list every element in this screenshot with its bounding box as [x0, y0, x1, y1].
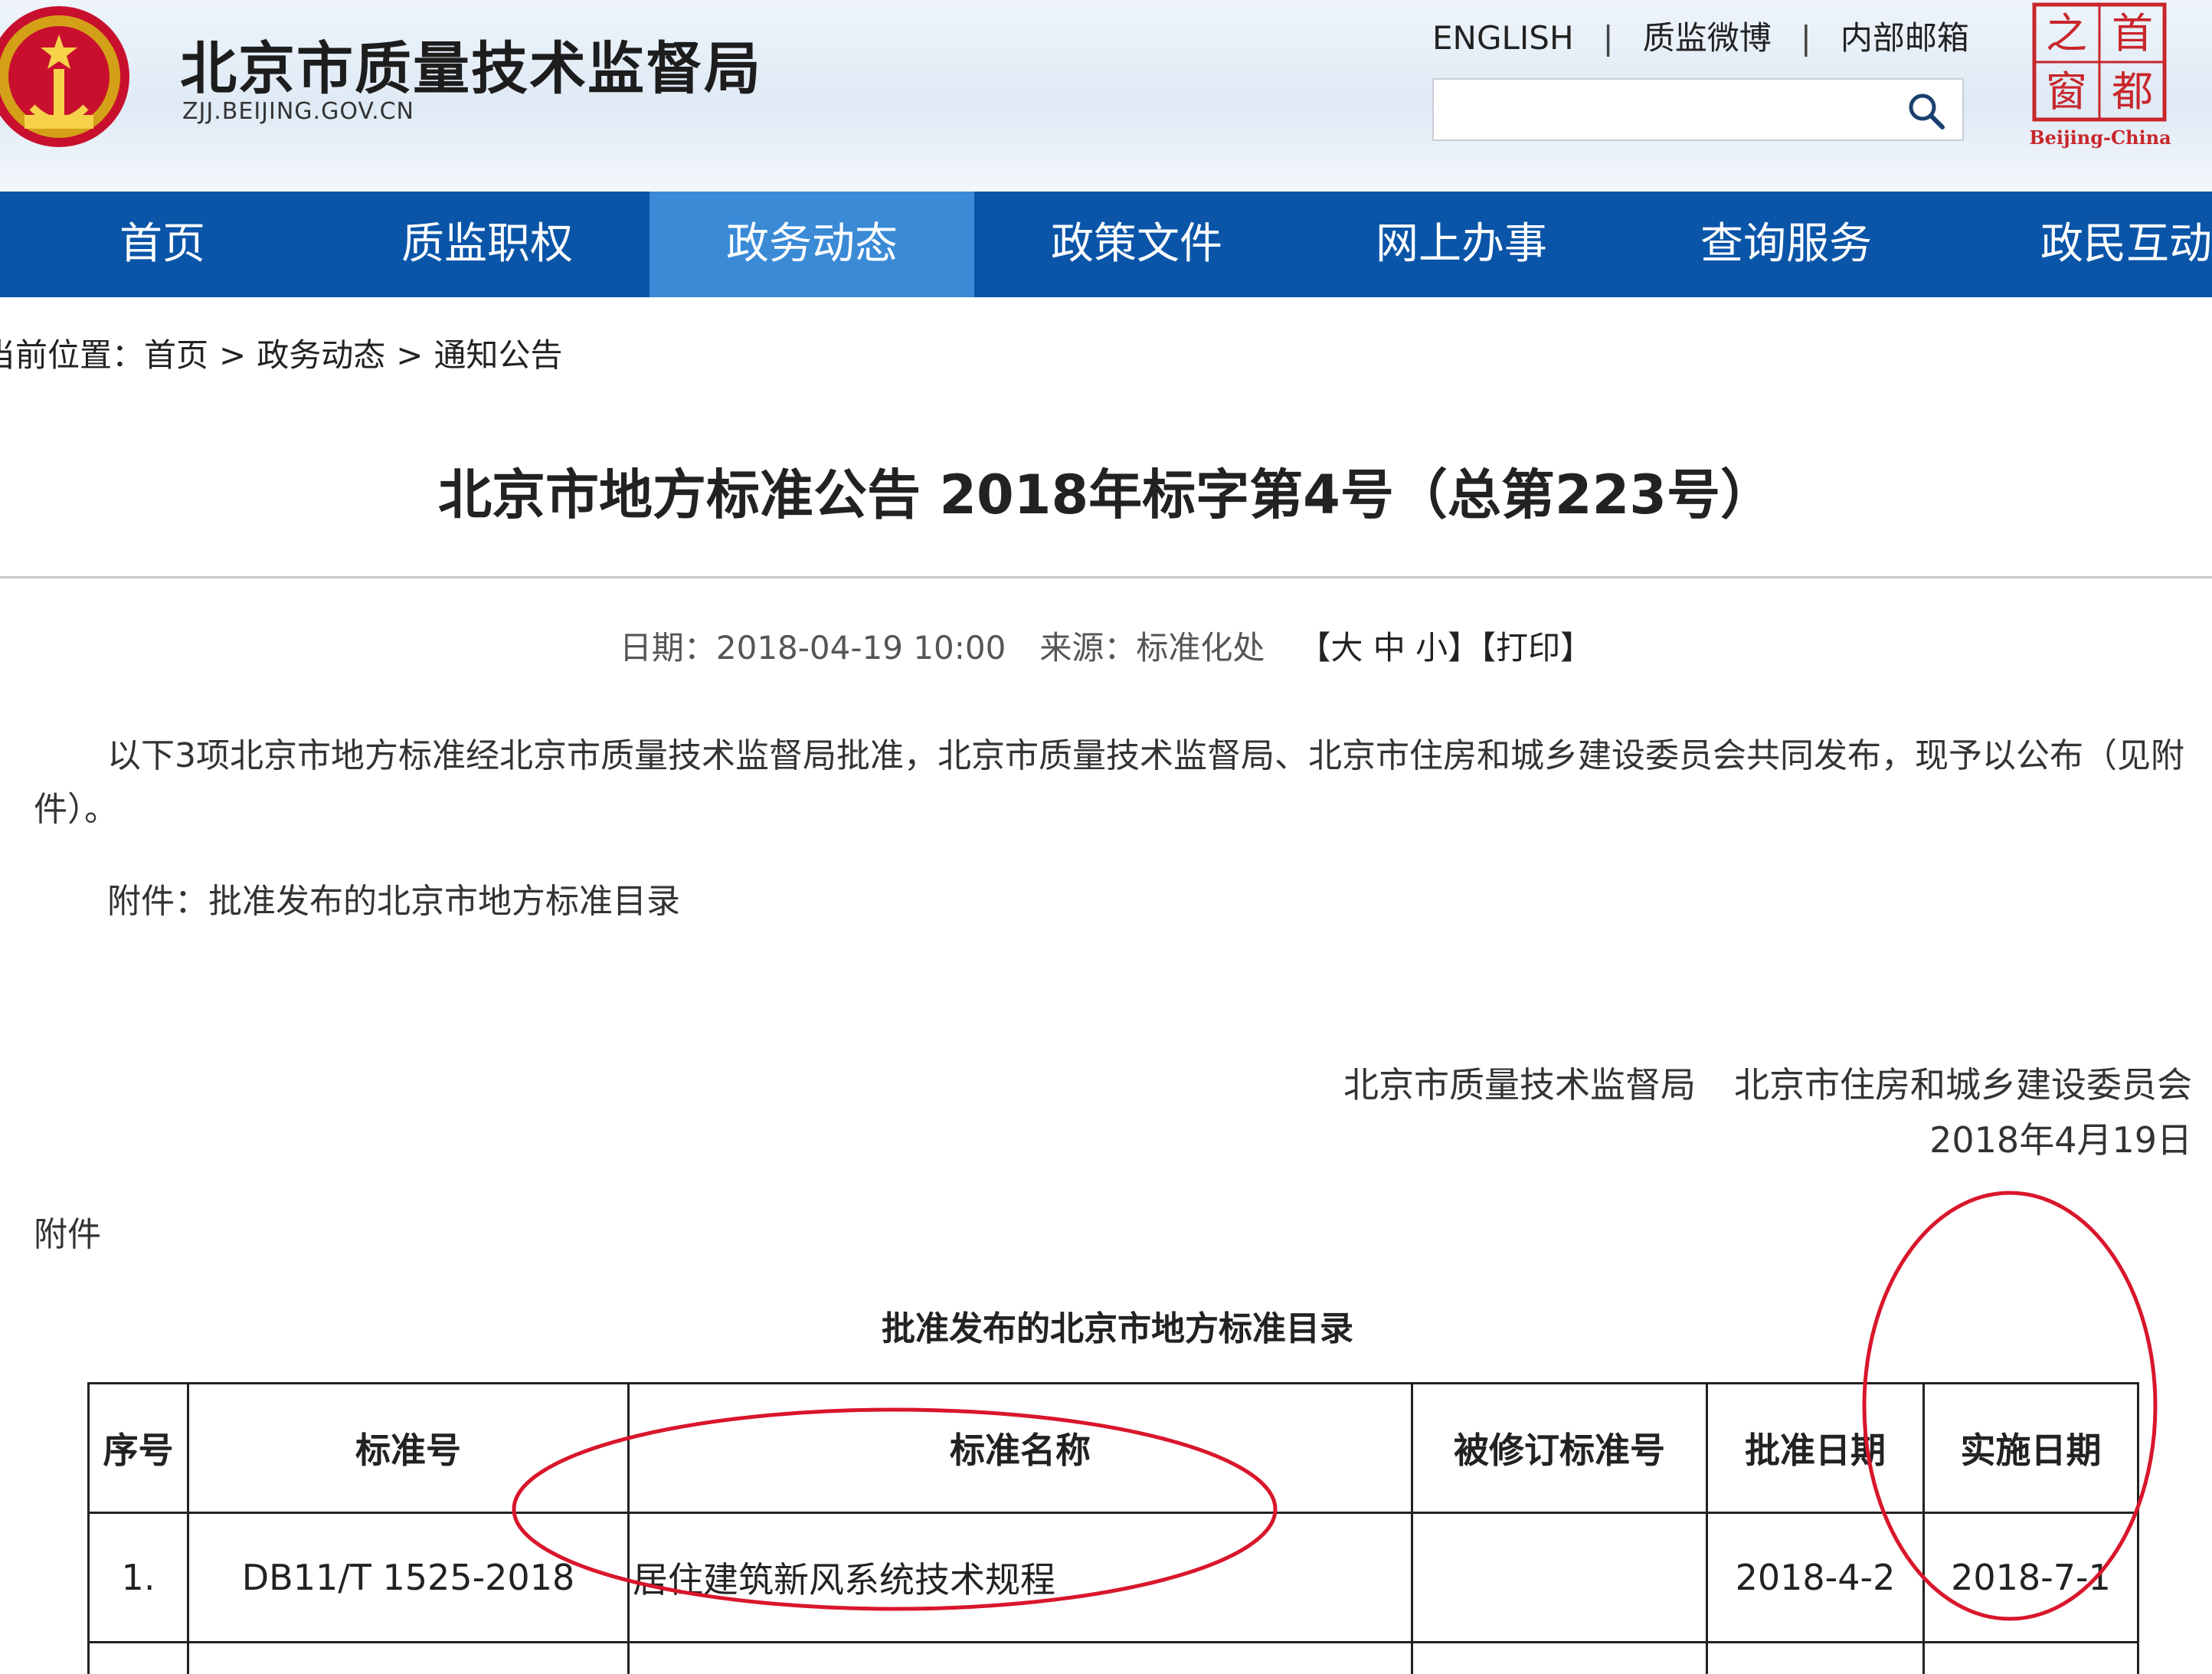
svg-text:Beijing-China: Beijing-China	[2030, 126, 2171, 149]
col-header-approval-date: 批准日期	[1707, 1384, 1924, 1513]
cell-approval-date: 2018-4-2	[1707, 1513, 1924, 1643]
breadcrumb-separator: >	[219, 336, 246, 374]
signer-housing-commission: 北京市住房和城乡建设委员会	[1734, 1064, 2192, 1106]
col-header-index: 序号	[89, 1384, 188, 1513]
signature-orgs: 北京市质量技术监督局北京市住房和城乡建设委员会	[1343, 1057, 2192, 1108]
table-header-row: 序号 标准号 标准名称 被修订标准号 批准日期 实施日期	[89, 1384, 2138, 1513]
svg-text:窗: 窗	[2046, 67, 2087, 116]
breadcrumb-home[interactable]: 首页	[144, 336, 208, 374]
signer-quality-bureau: 北京市质量技术监督局	[1343, 1064, 1696, 1106]
cell-revised-no	[1412, 1513, 1707, 1643]
top-links: ENGLISH | 质监微博 | 内部邮箱	[1432, 12, 1969, 59]
attachment-line: 附件：批准发布的北京市地方标准目录	[107, 873, 680, 922]
cell-standard-name: 居住建筑新风系统技术规程	[629, 1513, 1412, 1643]
attachment-label: 附件	[34, 1207, 101, 1256]
search-icon[interactable]	[1906, 90, 1947, 132]
table-title: 批准发布的北京市地方标准目录	[0, 1301, 2212, 1350]
font-size-control[interactable]: 【大 中 小】	[1298, 629, 1480, 667]
cell-standard-no: DB11/T 1525-2018	[188, 1513, 629, 1643]
col-header-revised-no: 被修订标准号	[1412, 1384, 1707, 1513]
table-row-cut-off	[89, 1643, 2138, 1674]
breadcrumb-news[interactable]: 政务动态	[257, 336, 385, 374]
site-title[interactable]: 北京市质量技术监督局	[180, 23, 762, 105]
title-divider	[0, 576, 2212, 578]
breadcrumb-notices[interactable]: 通知公告	[434, 336, 562, 374]
col-header-effective-date: 实施日期	[1924, 1384, 2138, 1513]
col-header-standard-no: 标准号	[188, 1384, 629, 1513]
svg-text:之: 之	[2046, 9, 2087, 57]
search-input[interactable]	[1441, 86, 1873, 135]
col-header-standard-name: 标准名称	[629, 1384, 1412, 1513]
publish-date: 日期：2018-04-19 10:00	[620, 629, 1006, 667]
nav-item-home[interactable]: 首页	[0, 192, 325, 297]
capital-window-logo[interactable]: 之 首 窗 都 Beijing-China	[2030, 0, 2172, 153]
table-row: 1. DB11/T 1525-2018 居住建筑新风系统技术规程 2018-4-…	[89, 1513, 2138, 1643]
nav-item-query[interactable]: 查询服务	[1624, 192, 1949, 297]
nav-item-interaction[interactable]: 政民互动	[1949, 192, 2212, 297]
print-button[interactable]: 【打印】	[1480, 629, 1592, 667]
breadcrumb-prefix: 当前位置：	[0, 336, 144, 374]
nav-item-policy[interactable]: 政策文件	[974, 192, 1299, 297]
nav-item-online-services[interactable]: 网上办事	[1299, 192, 1624, 297]
nav-item-authority[interactable]: 质监职权	[325, 192, 650, 297]
standards-table: 序号 标准号 标准名称 被修订标准号 批准日期 实施日期 1. DB11/T 1…	[87, 1382, 2139, 1674]
site-domain: ZJJ.BEIJING.GOV.CN	[182, 98, 414, 125]
breadcrumb-separator: >	[396, 336, 423, 374]
link-separator: |	[1603, 19, 1614, 57]
cell-effective-date: 2018-7-1	[1924, 1513, 2138, 1643]
nav-item-news[interactable]: 政务动态	[650, 192, 974, 297]
svg-text:都: 都	[2112, 67, 2153, 116]
breadcrumb: 当前位置：首页 > 政务动态 > 通知公告	[0, 329, 562, 376]
weibo-link[interactable]: 质监微博	[1643, 12, 1772, 59]
article-source: 来源：标准化处	[1039, 629, 1265, 667]
national-emblem-icon[interactable]	[0, 0, 132, 161]
internal-mail-link[interactable]: 内部邮箱	[1841, 12, 1969, 59]
search-box	[1432, 78, 1964, 141]
english-link[interactable]: ENGLISH	[1432, 19, 1574, 57]
article-paragraph: 以下3项北京市地方标准经北京市质量技术监督局批准，北京市质量技术监督局、北京市住…	[34, 729, 2186, 837]
link-separator: |	[1801, 19, 1811, 57]
svg-text:首: 首	[2112, 9, 2153, 57]
article-title: 北京市地方标准公告 2018年标字第4号（总第223号）	[0, 452, 2212, 529]
article-meta: 日期：2018-04-19 10:00 来源：标准化处【大 中 小】【打印】	[0, 622, 2212, 669]
cell-index: 1.	[89, 1513, 188, 1643]
site-header: 北京市质量技术监督局 ZJJ.BEIJING.GOV.CN ENGLISH | 质监…	[0, 0, 2212, 192]
main-nav: 首页 质监职权 政务动态 政策文件 网上办事 查询服务 政民互动	[0, 192, 2212, 297]
signature-date: 2018年4月19日	[1929, 1112, 2192, 1163]
